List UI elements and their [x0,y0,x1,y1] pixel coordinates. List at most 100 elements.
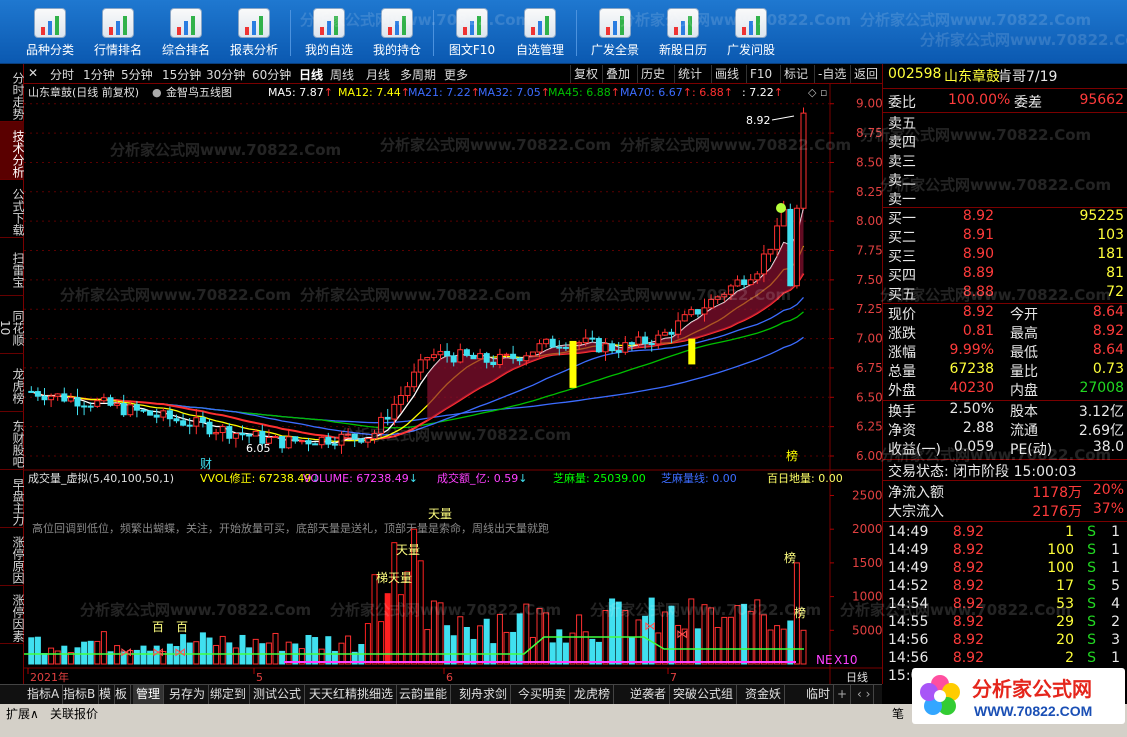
collapse-icon[interactable]: ◇ ▫ [808,86,827,99]
candle-body [219,426,226,434]
chart-tool-button[interactable]: 返回 [850,65,881,83]
toolbar-button-6[interactable]: 图文F10 [440,6,504,62]
toolbar-button-7[interactable]: 自选管理 [508,6,572,62]
chart-tool-button[interactable]: 统计 [674,65,705,83]
volume-bar [285,641,292,665]
period-tab[interactable]: 周线 [330,66,354,83]
left-nav-item[interactable]: 扫雷宝 [0,238,25,296]
volume-bar [727,616,734,665]
tick-row: 14:54 8.92 53 S 4 [888,596,1124,615]
chart-tool-button[interactable]: 复权 [570,65,601,83]
finance-marker[interactable]: 财 [200,457,212,471]
period-tab[interactable]: 分时 [50,66,74,83]
quote-cell: 2 [1111,614,1120,630]
volume-bar [450,635,457,665]
formula-tab[interactable]: 指标B [60,685,100,705]
ma-readout: MA5: 7.87↑ [268,86,333,99]
period-switch-button[interactable]: 日线 [846,670,868,684]
chart-tool-button[interactable]: F10 [746,65,775,83]
volume-bar [417,560,424,665]
bid-row: 买二 8.91 103 [888,227,1124,246]
candle-body [28,390,35,393]
quote-cell: 8.92 [952,614,984,630]
kline-chart-area[interactable]: 9.00 8.75 8.50 8.25 8.00 7.75 7.50 7.25 7.00 6.75… [24,84,882,684]
left-nav-item[interactable]: 公式下载 [0,180,25,238]
volume-bar [734,605,741,665]
period-tab[interactable]: 1分钟 [83,66,115,83]
toolbar-button-4[interactable]: 我的自选 [297,6,361,62]
left-nav-item[interactable]: 东财股吧 [0,412,25,470]
block-inflow-row: 大宗流入 2176万 37% [888,501,1124,520]
period-tab[interactable]: 15分钟 [162,66,201,83]
dropdown-icon[interactable]: ● [152,86,162,99]
toolbar-button-3[interactable]: 报表分析 [222,6,286,62]
dragon-tiger-marker[interactable]: 榜 [786,448,798,463]
formula-tab[interactable]: 绑定到 [207,685,251,705]
toolbar-button-5[interactable]: 我的持仓 [365,6,429,62]
chart-tool-button[interactable]: 叠加 [602,65,633,83]
ask-row: 卖三 [888,151,1124,170]
toolbar-label: 图文F10 [448,43,496,57]
period-tab[interactable]: 多周期 [400,66,436,83]
period-tab[interactable]: 30分钟 [206,66,245,83]
pen-button[interactable]: 笔 [892,705,904,722]
indicator-name[interactable]: 金智鸟五线图 [166,85,232,99]
left-nav-item[interactable]: 技术分析 [0,122,25,180]
close-chart-icon[interactable]: ✕ [28,66,38,80]
chart-tool-button[interactable]: -自选 [814,65,849,83]
quote-panel: 002598 山东章鼓 肯哥7/19 委比 100.00% 委差 95662 卖五 卖四 卖三 卖二… [882,64,1127,684]
formula-tab[interactable]: 今买明卖 [515,685,571,705]
candle-body [800,112,807,209]
ma-readout: : 6.88↑ [692,86,733,99]
formula-tab[interactable]: 指标A [24,685,64,705]
left-nav-item[interactable]: 龙虎榜 [0,354,25,412]
period-tab[interactable]: 日线 [299,66,323,83]
formula-tab[interactable]: 资金妖 [742,685,786,705]
low-price-label: 6.05 [246,442,271,455]
volume-bar [615,601,622,665]
toolbar-button-2[interactable]: 综合排名 [154,6,218,62]
left-nav-item[interactable]: 分时走势 [0,64,25,122]
left-nav-item[interactable]: 涨停因素 [0,586,25,644]
quote-cell: 95225 [1079,208,1124,224]
period-tab[interactable]: 更多 [444,66,468,83]
toolbar-button-8[interactable]: 广发全景 [583,6,647,62]
volume-bar [74,647,81,665]
formula-tab[interactable]: 管理 [133,685,165,705]
chart-tool-button[interactable]: 历史 [637,65,668,83]
left-nav-item[interactable]: 涨停原因 [0,528,25,586]
toolbar-button-9[interactable]: 新股日历 [651,6,715,62]
expand-button[interactable]: 扩展∧ [6,705,39,722]
toolbar-button-10[interactable]: 广发问股 [719,6,783,62]
ma-readout: MA45: 6.88↑ [548,86,620,99]
scroll-tabs-button[interactable]: ‹ › [854,685,875,705]
formula-tab[interactable]: 龙虎榜 [571,685,615,705]
formula-tab[interactable]: 逆袭者 [627,685,671,705]
candle-body [305,440,312,445]
formula-tab[interactable]: 突破公式组 [670,685,738,705]
formula-tab[interactable]: 测试公式 [250,685,306,705]
chart-tool-button[interactable]: 标记 [780,65,811,83]
formula-tab[interactable]: 天天红精挑细选 [306,685,398,705]
candle-body [661,331,668,336]
toolbar-button-1[interactable]: 行情排名 [86,6,150,62]
candle-body [635,336,642,345]
left-nav-item[interactable]: 同花顺10 [0,296,25,354]
left-nav-item[interactable]: 早盘主力 [0,470,25,528]
volume-indicator-name[interactable]: 成交量_虚拟(5,40,100,50,1) [28,471,174,485]
formula-tab[interactable]: 另存为 [166,685,210,705]
butterfly-icon: ⋈ [120,645,132,659]
period-tab[interactable]: 5分钟 [121,66,153,83]
chart-tool-button[interactable]: 画线 [711,65,742,83]
formula-tab[interactable]: 刻舟求剑 [456,685,512,705]
related-quote-button[interactable]: 关联报价 [50,705,98,722]
formula-tab[interactable]: 云韵量能 [396,685,452,705]
quote-cell: 买二 [888,230,916,246]
period-tab[interactable]: 月线 [366,66,390,83]
formula-tab[interactable]: 板 [112,685,132,705]
formula-tab[interactable]: 临时 [803,685,835,705]
candle-body [615,350,622,353]
toolbar-button-0[interactable]: 品种分类 [18,6,82,62]
period-tab[interactable]: 60分钟 [252,66,291,83]
add-tab-button[interactable]: + [834,685,852,705]
